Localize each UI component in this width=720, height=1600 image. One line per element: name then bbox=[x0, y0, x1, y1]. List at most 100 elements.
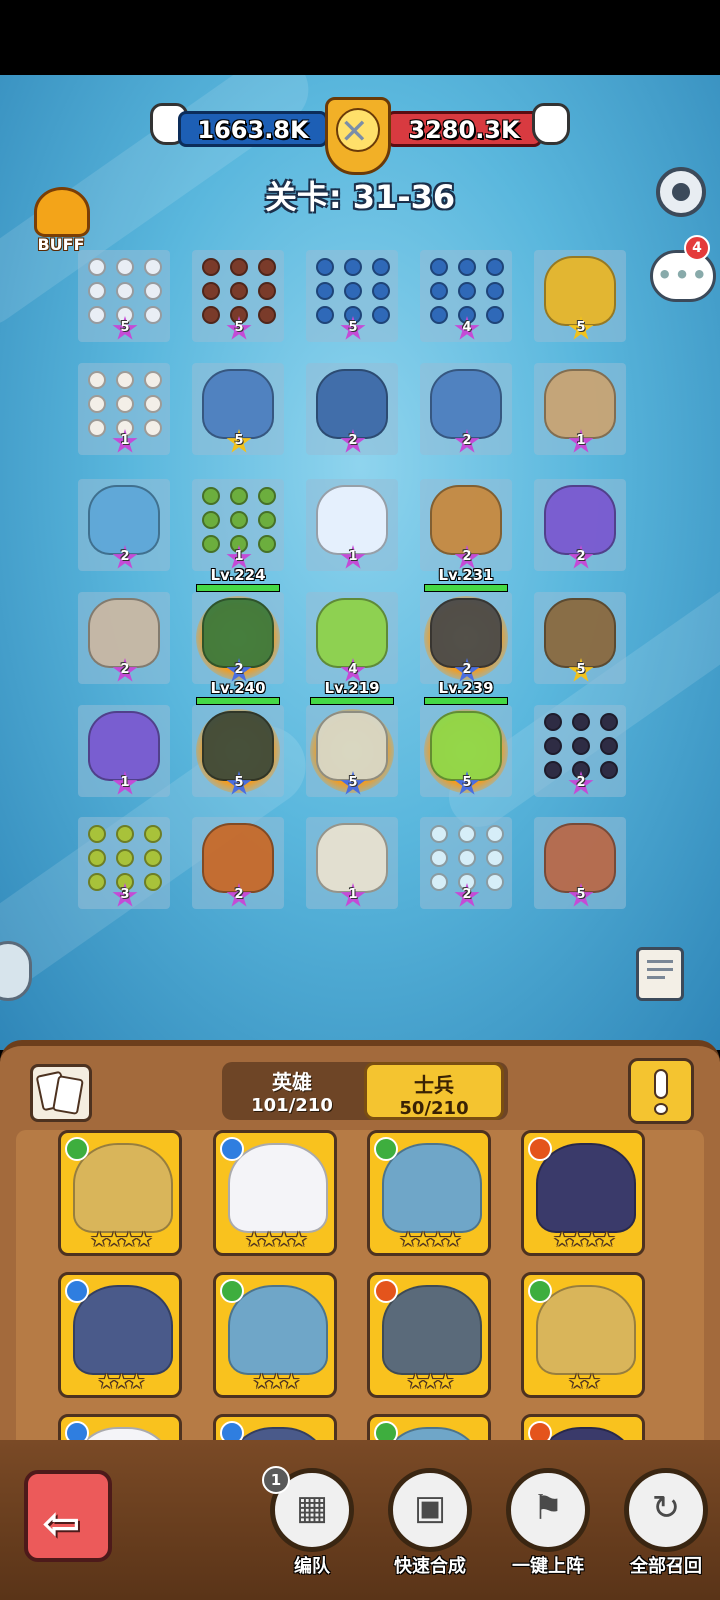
grid-cell-hero-gunner[interactable]: Lv.240 5 bbox=[192, 679, 284, 797]
merge-level: 4 bbox=[348, 662, 358, 677]
stage-title: 关卡: 31-36 bbox=[264, 178, 456, 216]
action-label: 一键上阵 bbox=[512, 1556, 584, 1577]
hero-card-hooded-spirit[interactable]: ★★★★ bbox=[213, 1130, 337, 1256]
water-element-icon bbox=[65, 1279, 89, 1303]
hero-portrait bbox=[228, 1143, 328, 1233]
grid-cell-dark-squad[interactable]: 2 bbox=[534, 705, 626, 797]
grid-cell-hero-brute[interactable]: Lv.231 2 bbox=[420, 566, 512, 684]
tab-hero[interactable]: 英雄 101/210 bbox=[222, 1062, 362, 1120]
alert-button[interactable] bbox=[628, 1058, 694, 1124]
merge-level: 2 bbox=[234, 887, 244, 902]
hero-level: Lv.239 bbox=[438, 679, 494, 697]
card-collection-button[interactable] bbox=[30, 1064, 92, 1122]
grid-cell-storm-golem[interactable]: 2 bbox=[306, 363, 398, 455]
tab-soldier[interactable]: 士兵 50/210 bbox=[364, 1062, 504, 1120]
grid-cell-brawler[interactable]: 5 bbox=[534, 817, 626, 909]
merge-level: 1 bbox=[234, 549, 244, 564]
hero-portrait bbox=[382, 1285, 482, 1375]
grid-cell-white-squad[interactable]: 5 bbox=[78, 250, 170, 342]
grid-cell-spider[interactable]: 2 bbox=[534, 479, 626, 571]
merge-level: 5 bbox=[348, 320, 358, 335]
action-recall-button[interactable]: ↻ 全部召回 bbox=[616, 1468, 716, 1598]
unit-sprite bbox=[544, 485, 616, 555]
deploy-flag-icon: ⚑ bbox=[532, 1488, 564, 1528]
hero-portrait bbox=[73, 1285, 173, 1375]
action-label: 快速合成 bbox=[394, 1556, 466, 1577]
grid-cell-hero-monk[interactable]: Lv.219 5 bbox=[306, 679, 398, 797]
hero-portrait bbox=[228, 1285, 328, 1375]
grid-cell-spider[interactable]: 1 bbox=[78, 705, 170, 797]
grid-cell-chicken-squad[interactable]: 1 bbox=[78, 363, 170, 455]
unit-sprite bbox=[430, 369, 502, 439]
action-merge-button[interactable]: ▣ 快速合成 bbox=[380, 1468, 480, 1598]
unit-sprite bbox=[430, 485, 502, 555]
grid-cell-dragon[interactable]: 2 bbox=[420, 363, 512, 455]
unit-sprite bbox=[316, 369, 388, 439]
unit-sprite bbox=[316, 598, 388, 668]
fire-element-icon bbox=[528, 1137, 552, 1161]
battle-report-icon[interactable] bbox=[636, 947, 684, 1001]
hero-card-robot-gold[interactable]: ★★ bbox=[521, 1272, 645, 1398]
unit-sprite bbox=[316, 485, 388, 555]
grid-cell-hero-warrior[interactable]: Lv.224 2 bbox=[192, 566, 284, 684]
chat-button[interactable]: ••• bbox=[650, 250, 716, 302]
hero-card-armored-warrior[interactable]: ★★★ bbox=[213, 1272, 337, 1398]
grid-cell-hero-mage[interactable]: Lv.239 5 bbox=[420, 679, 512, 797]
grid-cell-ice-squad[interactable]: 2 bbox=[420, 817, 512, 909]
grid-cell-blue-squad[interactable]: 4 bbox=[420, 250, 512, 342]
player-power-value: 1663.8K bbox=[197, 116, 309, 144]
action-label: 全部召回 bbox=[630, 1556, 702, 1577]
grid-cell-caveman[interactable]: 2 bbox=[78, 592, 170, 684]
hero-card-dark-mage[interactable]: ★★★★ bbox=[521, 1130, 645, 1256]
side-drawer-handle[interactable] bbox=[0, 941, 32, 1001]
hero-portrait bbox=[536, 1143, 636, 1233]
merge-level: 2 bbox=[462, 549, 472, 564]
hero-card-ice-altar[interactable]: ★★★ bbox=[367, 1272, 491, 1398]
hero-star-rating: ★★★ bbox=[97, 1369, 146, 1393]
merge-level: 2 bbox=[462, 433, 472, 448]
unit-sprite bbox=[88, 485, 160, 555]
merge-level: 1 bbox=[348, 887, 358, 902]
grid-cell-blue-squad[interactable]: 5 bbox=[306, 250, 398, 342]
hero-portrait bbox=[382, 1143, 482, 1233]
settings-gear-icon[interactable] bbox=[656, 167, 706, 217]
grid-cell-monkey[interactable]: 2 bbox=[192, 817, 284, 909]
hero-card-armored-warrior[interactable]: ★★★★ bbox=[367, 1130, 491, 1256]
enemy-power-value: 3280.3K bbox=[408, 116, 520, 144]
grid-cell-serpent[interactable]: 1 bbox=[534, 363, 626, 455]
merge-level: 5 bbox=[576, 320, 586, 335]
hero-portrait bbox=[536, 1285, 636, 1375]
back-button[interactable]: ⇦ bbox=[24, 1470, 112, 1562]
grid-cell-slime-archer[interactable]: 4 bbox=[306, 592, 398, 684]
grid-cell-ballista[interactable]: 5 bbox=[534, 592, 626, 684]
hero-health-bar bbox=[310, 697, 394, 705]
unit-sprite bbox=[430, 711, 502, 781]
unit-sprite bbox=[316, 823, 388, 893]
fire-element-icon bbox=[374, 1279, 398, 1303]
water-element-icon bbox=[220, 1137, 244, 1161]
action-deploy-flag-button[interactable]: ⚑ 一键上阵 bbox=[498, 1468, 598, 1598]
grid-cell-gold-beast[interactable]: 5 bbox=[534, 250, 626, 342]
back-arrow-icon: ⇦ bbox=[42, 1496, 81, 1550]
grid-cell-crossbow-squad[interactable]: 5 bbox=[192, 250, 284, 342]
grid-cell-ghost[interactable]: 1 bbox=[306, 479, 398, 571]
merge-level: 5 bbox=[462, 775, 472, 790]
merge-level: 5 bbox=[234, 320, 244, 335]
grid-cell-goblin-squad[interactable]: 1 bbox=[192, 479, 284, 571]
grid-cell-cannoneer[interactable]: 2 bbox=[420, 479, 512, 571]
buff-icon bbox=[34, 187, 90, 237]
unit-sprite bbox=[202, 598, 274, 668]
merge-level: 2 bbox=[462, 887, 472, 902]
hero-card-robot-gold[interactable]: ★★★★ bbox=[58, 1130, 182, 1256]
grid-cell-mosquito-squad[interactable]: 3 bbox=[78, 817, 170, 909]
enemy-power: 3280.3K bbox=[386, 111, 542, 147]
hero-star-rating: ★★★★ bbox=[245, 1227, 308, 1251]
grid-cell-turret[interactable]: 1 bbox=[306, 817, 398, 909]
grid-cell-blue-beast[interactable]: 2 bbox=[78, 479, 170, 571]
team-icon: ▦ bbox=[295, 1488, 329, 1528]
merge-level: 5 bbox=[234, 775, 244, 790]
grid-cell-dragon[interactable]: 5 bbox=[192, 363, 284, 455]
chat-notification-badge: 4 bbox=[684, 235, 710, 261]
action-team-button[interactable]: ▦ 编队 1 bbox=[262, 1466, 362, 1598]
hero-card-wolf[interactable]: ★★★ bbox=[58, 1272, 182, 1398]
